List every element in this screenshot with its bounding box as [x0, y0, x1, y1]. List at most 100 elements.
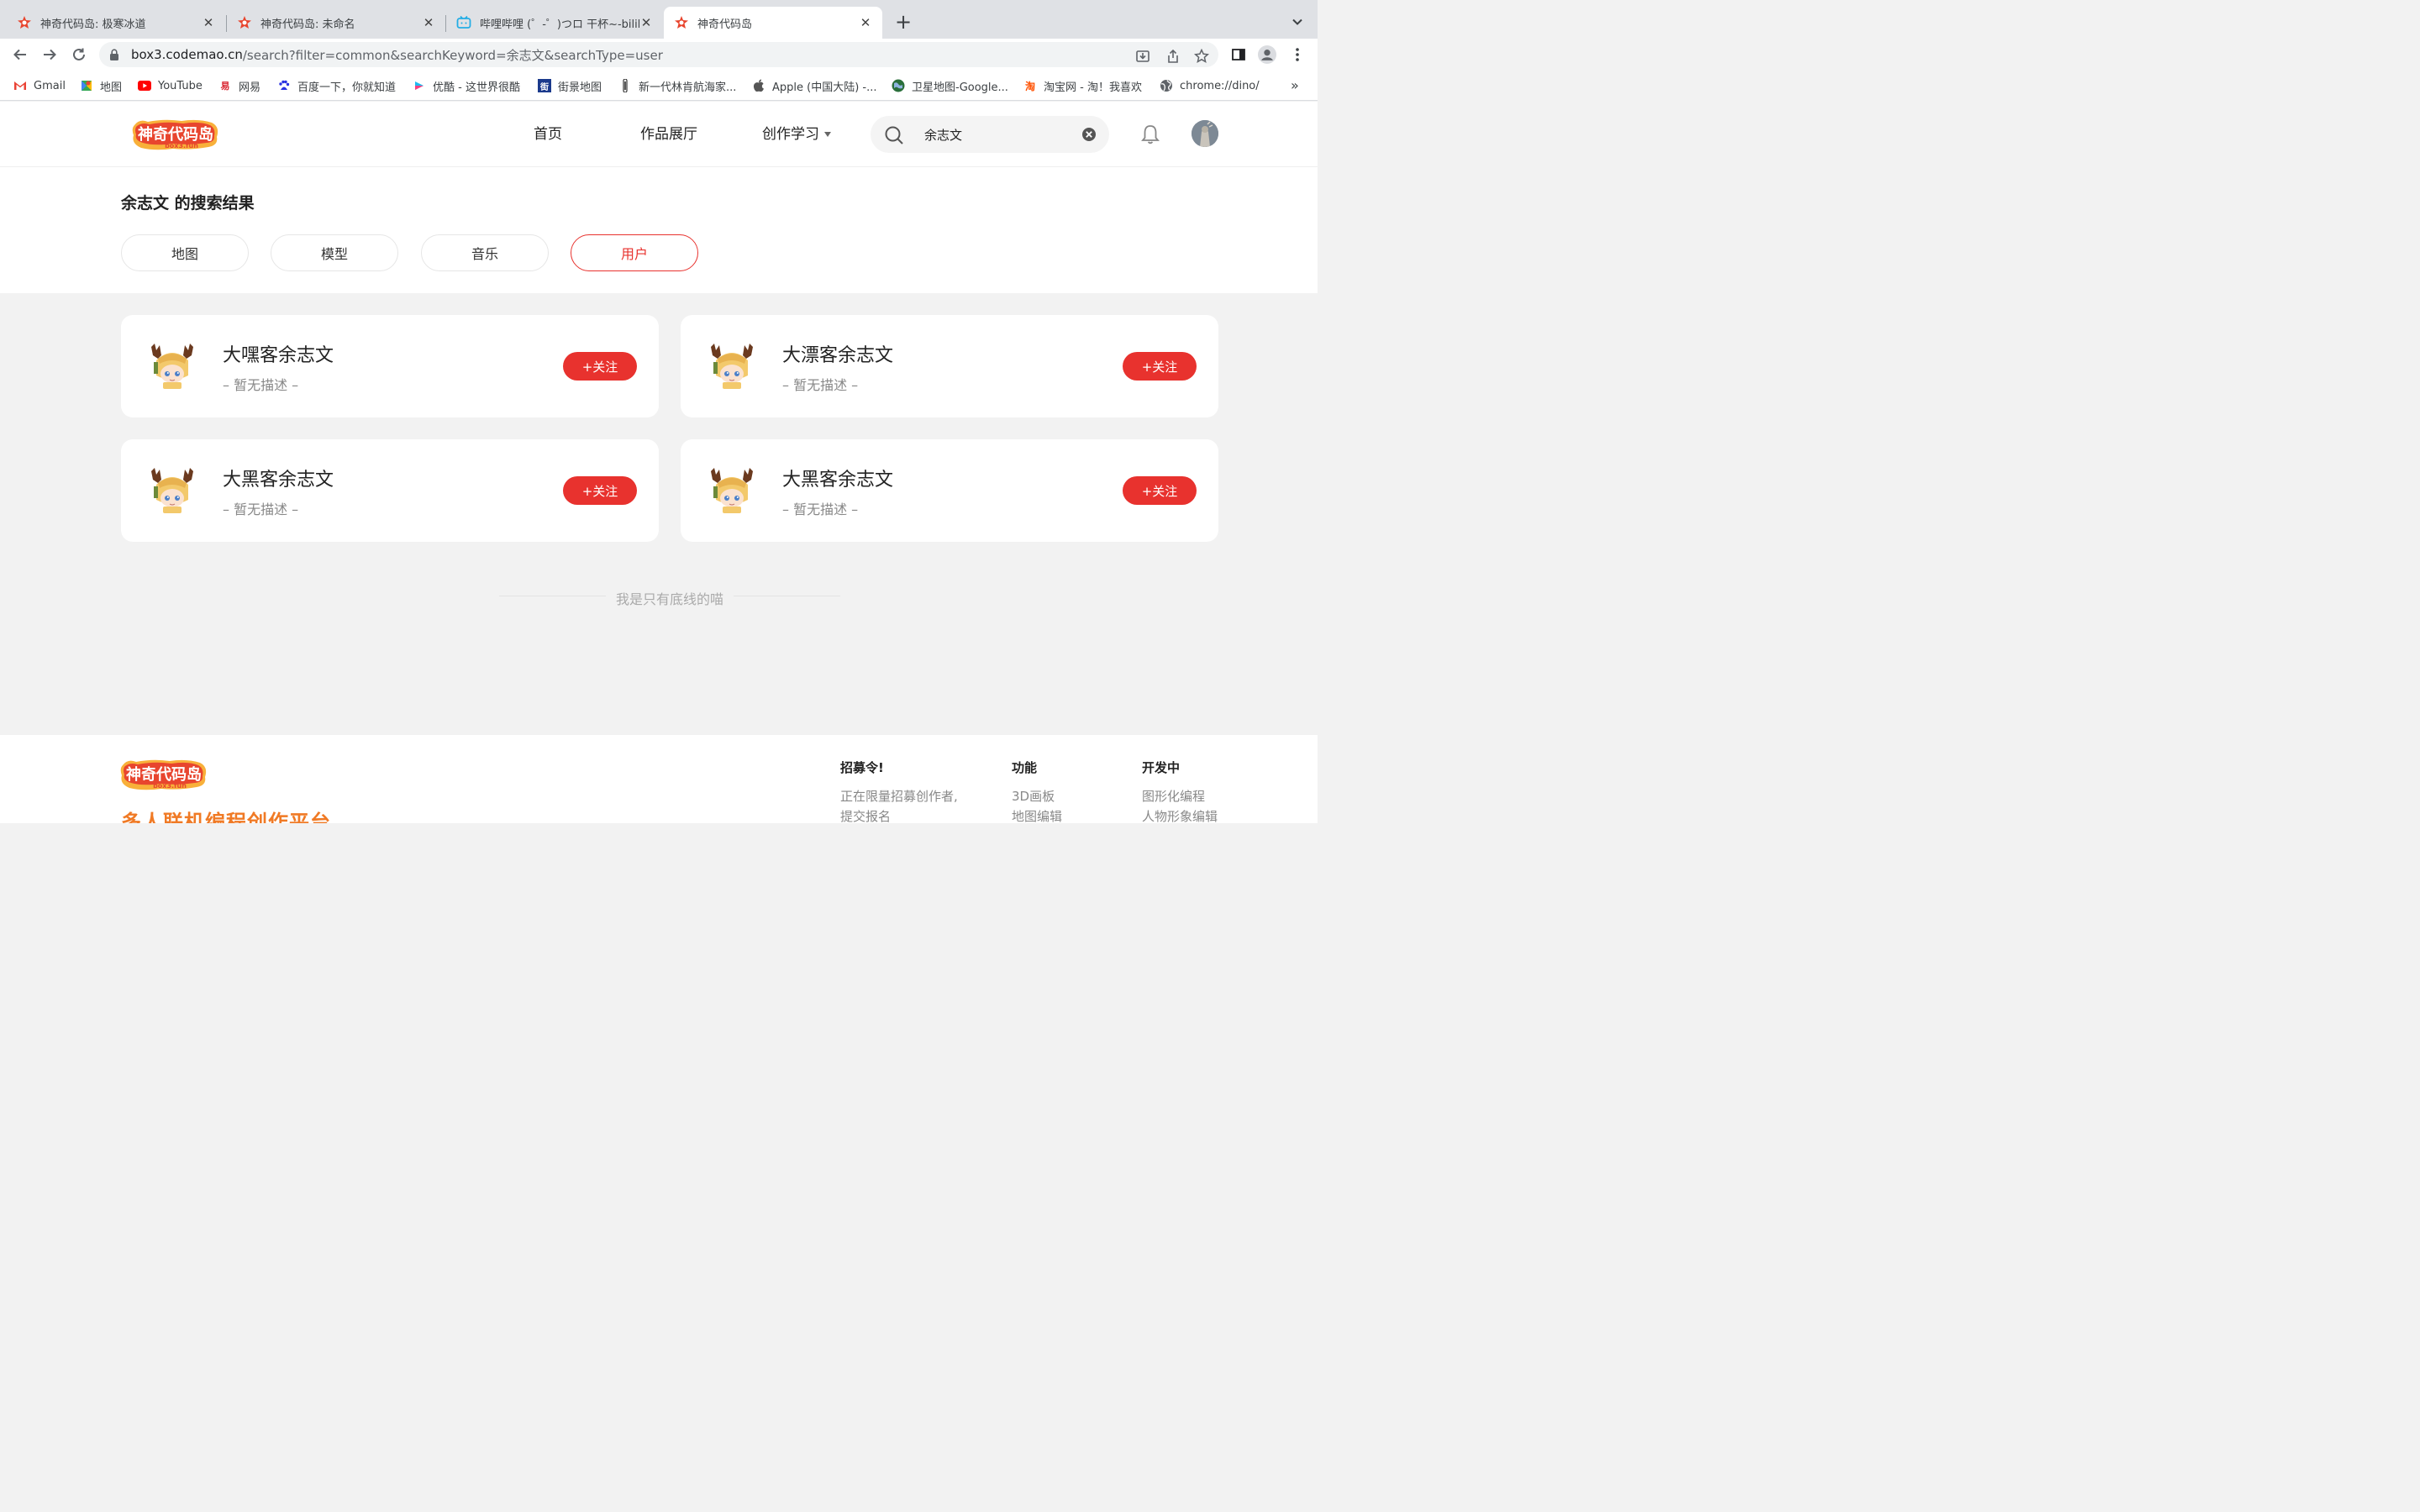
bookmarks-bar: Gmail 地图 YouTube 易 网易 百度一下，你就知道 优酷 - 这世界…	[0, 71, 1318, 101]
bell-icon[interactable]	[1139, 123, 1161, 145]
tab-1[interactable]: 神奇代码岛: 极寒冰道 ✕	[7, 7, 225, 39]
follow-button[interactable]: +关注	[1123, 352, 1197, 381]
bookmark-streetview[interactable]: 街 街景地图	[538, 77, 602, 94]
user-avatar[interactable]	[1192, 120, 1218, 147]
user-card-name[interactable]: 大黑客余志文	[782, 465, 893, 491]
user-card-avatar[interactable]	[146, 340, 198, 391]
caret-down-icon	[824, 132, 831, 137]
page-title: 余志文 的搜索结果	[121, 194, 255, 213]
bookmark-label: 网易	[239, 81, 261, 94]
new-tab-button[interactable]: +	[892, 12, 914, 34]
footer-link[interactable]: 人物形象编辑	[1142, 807, 1218, 823]
bookmark-maps[interactable]: 地图	[80, 77, 122, 94]
share-icon[interactable]	[1165, 48, 1181, 65]
filter-user[interactable]: 用户	[571, 234, 698, 271]
user-card[interactable]: 大黑客余志文 – 暂无描述 – +关注	[121, 439, 659, 542]
user-card-name[interactable]: 大漂客余志文	[782, 340, 893, 367]
bookmark-earth[interactable]: 卫星地图-Google...	[892, 77, 1008, 94]
lincoln-icon	[618, 79, 632, 92]
nav-home[interactable]: 首页	[534, 122, 562, 143]
bookmark-apple[interactable]: Apple (中国大陆) -...	[752, 77, 877, 94]
star-icon[interactable]	[1193, 48, 1210, 65]
footer-link[interactable]: 地图编辑	[1012, 807, 1062, 823]
forward-arrow-icon[interactable]	[40, 45, 59, 64]
site-logo[interactable]: 神奇代码岛 box3.fun	[131, 118, 220, 152]
youtube-icon	[138, 79, 151, 92]
bookmarks-overflow-button[interactable]: »	[1291, 77, 1299, 93]
end-of-list-divider: 我是只有底线的喵	[499, 588, 840, 608]
bookmark-taobao[interactable]: 淘 淘宝网 - 淘！我喜欢	[1023, 77, 1142, 94]
bookmark-label: chrome://dino/	[1180, 79, 1260, 92]
side-panel-icon[interactable]	[1229, 45, 1248, 64]
footer-col-title-recruit: 招募令!	[840, 760, 884, 775]
search-input[interactable]	[924, 124, 1076, 144]
user-card-avatar[interactable]	[706, 465, 758, 515]
logo-text: 神奇代码岛	[138, 125, 213, 144]
bookmark-youku[interactable]: 优酷 - 这世界很酷	[413, 77, 520, 94]
tab-2[interactable]: 神奇代码岛: 未命名 ✕	[227, 7, 445, 39]
follow-button[interactable]: +关注	[563, 352, 637, 381]
tab-title: 神奇代码岛: 极寒冰道	[40, 18, 146, 31]
apple-icon	[752, 79, 765, 92]
footer-link[interactable]: 提交报名	[840, 807, 891, 823]
bookmark-netease[interactable]: 易 网易	[218, 77, 261, 94]
footer-link[interactable]: 图形化编程	[1142, 787, 1205, 805]
filter-map[interactable]: 地图	[121, 234, 249, 271]
close-icon[interactable]: ✕	[202, 15, 215, 30]
tab-3[interactable]: 哔哩哔哩 (゜-゜)つロ 干杯~-bilibili ✕	[446, 7, 663, 39]
follow-button[interactable]: +关注	[1123, 476, 1197, 505]
profile-icon[interactable]	[1258, 45, 1276, 64]
menu-dots-icon[interactable]	[1288, 45, 1307, 64]
user-card[interactable]: 大嘿客余志文 – 暂无描述 – +关注	[121, 315, 659, 417]
url-path: /search?filter=common&searchKeyword=余志文&…	[242, 47, 663, 63]
url-host: box3.codemao.cn	[131, 47, 243, 62]
tab-strip: 神奇代码岛: 极寒冰道 ✕ 神奇代码岛: 未命名 ✕ 哔哩哔哩 (゜-゜)つロ …	[0, 0, 1318, 39]
nav-gallery[interactable]: 作品展厅	[640, 122, 697, 143]
search-icon[interactable]	[884, 125, 904, 145]
footer-logo[interactable]: 神奇代码岛 box3.fun	[119, 759, 208, 792]
bookmark-label: 街景地图	[558, 81, 602, 94]
chevron-down-icon[interactable]	[1289, 13, 1306, 30]
filter-music[interactable]: 音乐	[421, 234, 549, 271]
address-bar[interactable]: box3.codemao.cn/search?filter=common&sea…	[99, 42, 1218, 67]
logo-subtext: box3.fun	[153, 782, 187, 790]
end-of-list-text: 我是只有底线的喵	[605, 588, 734, 608]
bilibili-icon	[456, 15, 471, 30]
user-card-name[interactable]: 大黑客余志文	[223, 465, 334, 491]
codemao-icon	[17, 15, 32, 30]
bookmark-dino[interactable]: chrome://dino/	[1160, 77, 1260, 94]
close-icon[interactable]: ✕	[859, 15, 872, 30]
tab-4-active[interactable]: 神奇代码岛 ✕	[664, 7, 882, 39]
site-header: 神奇代码岛 box3.fun 首页 作品展厅 创作学习	[0, 102, 1318, 167]
site-search	[871, 116, 1109, 153]
footer-link[interactable]: 正在限量招募创作者,	[840, 787, 958, 805]
bookmark-youtube[interactable]: YouTube	[138, 77, 203, 94]
user-card-name[interactable]: 大嘿客余志文	[223, 340, 334, 367]
install-icon[interactable]	[1134, 48, 1151, 65]
close-icon[interactable]: ✕	[422, 15, 435, 30]
gmail-icon	[13, 79, 27, 92]
follow-button[interactable]: +关注	[563, 476, 637, 505]
user-card[interactable]: 大漂客余志文 – 暂无描述 – +关注	[681, 315, 1218, 417]
bookmark-gmail[interactable]: Gmail	[13, 77, 66, 94]
user-card-description: – 暂无描述 –	[782, 501, 859, 517]
bookmark-label: Apple (中国大陆) -...	[772, 81, 877, 94]
footer-col-title-dev: 开发中	[1142, 760, 1181, 775]
bookmark-lincoln[interactable]: 新一代林肯航海家...	[618, 77, 736, 94]
filter-model[interactable]: 模型	[271, 234, 398, 271]
user-card-avatar[interactable]	[146, 465, 198, 515]
tab-title: 哔哩哔哩 (゜-゜)つロ 干杯~-bilibili	[480, 18, 639, 31]
user-card[interactable]: 大黑客余志文 – 暂无描述 – +关注	[681, 439, 1218, 542]
clear-search-icon[interactable]	[1081, 127, 1097, 142]
footer-link[interactable]: 3D画板	[1012, 787, 1055, 805]
bookmark-label: 淘宝网 - 淘！我喜欢	[1044, 81, 1142, 94]
back-arrow-icon[interactable]	[11, 45, 29, 64]
reload-icon[interactable]	[70, 45, 88, 64]
user-card-avatar[interactable]	[706, 340, 758, 391]
site-footer: 神奇代码岛 box3.fun 多人联机编程创作平台 招募令! 正在限量招募创作者…	[0, 735, 1318, 823]
lock-icon	[109, 49, 121, 60]
bookmark-baidu[interactable]: 百度一下，你就知道	[277, 77, 396, 94]
close-icon[interactable]: ✕	[639, 15, 653, 30]
codemao-icon	[237, 15, 252, 30]
nav-learn[interactable]: 创作学习	[762, 122, 831, 143]
